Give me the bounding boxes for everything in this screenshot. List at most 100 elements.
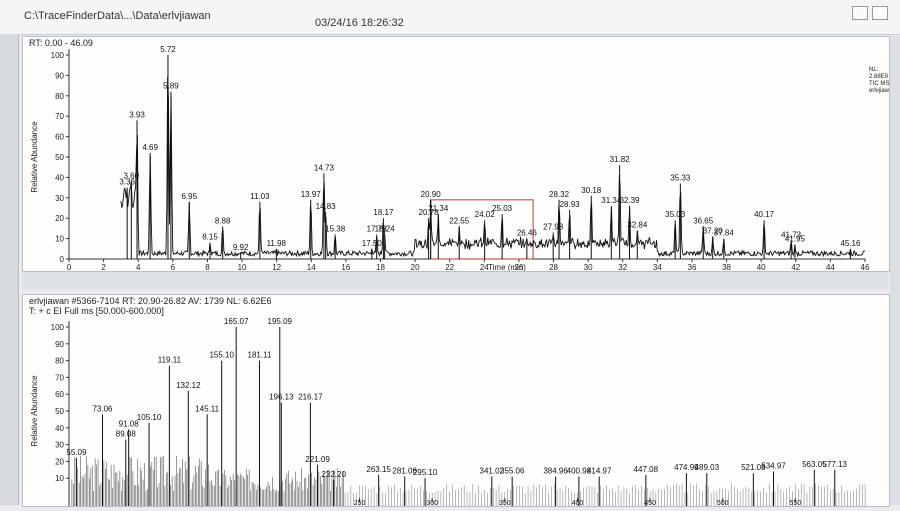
- chrom-peak-label: 15.38: [325, 225, 346, 234]
- chrom-x-axis-title: Time (min): [488, 263, 526, 271]
- spec-peak-label: 577.13: [823, 460, 848, 469]
- spec-y-tick-label: 20: [55, 457, 64, 466]
- pane-splitter[interactable]: [22, 272, 888, 290]
- chrom-y-tick-label: 50: [55, 153, 64, 162]
- spec-peak-label: 145.11: [195, 404, 219, 413]
- chrom-side-label: NL:: [869, 67, 879, 73]
- chrom-side-label: TIC MS: [869, 81, 889, 87]
- chrom-y-tick-label: 0: [60, 255, 65, 264]
- spec-y-tick-label: 100: [51, 323, 65, 332]
- left-toolbar: [0, 34, 19, 505]
- window-titlebar: C:\TraceFinderData\...\Data\erlvjiawan 0…: [0, 0, 900, 35]
- spec-x-tick-label: 350: [499, 500, 511, 506]
- chrom-peak-label: 28.93: [560, 200, 581, 209]
- spec-peak-label: 534.97: [761, 461, 786, 470]
- spec-peak-label: 196.13: [269, 393, 294, 402]
- chrom-y-tick-label: 60: [55, 133, 64, 142]
- mass-spectrum-plot[interactable]: 10 20 30 40 50 60 70 80 90 100 Relative Abundance 5…: [23, 295, 889, 507]
- chrom-x-tick-label: 4: [136, 263, 141, 271]
- chrom-peak-label: 30.18: [581, 186, 602, 195]
- chrom-x-tick-label: 6: [171, 263, 176, 271]
- chrom-x-tick-label: 34: [653, 263, 662, 271]
- spec-peak-label: 155.10: [209, 351, 234, 360]
- spec-peak-label: 295.10: [413, 468, 438, 477]
- chrom-peak-label: 11.98: [267, 239, 287, 248]
- chrom-peak-label: 25.03: [492, 204, 513, 213]
- spec-y-axis-title: Relative Abundance: [30, 375, 39, 447]
- minimize-icon[interactable]: [852, 6, 868, 20]
- chrom-x-tick-label: 32: [618, 263, 627, 271]
- chrom-y-tick-label: 90: [55, 71, 64, 80]
- spec-y-tick-label: 50: [55, 407, 64, 416]
- spec-x-tick-label: 450: [644, 500, 656, 506]
- chrom-x-tick-label: 36: [688, 263, 697, 271]
- chrom-x-tick-label: 42: [791, 263, 800, 271]
- chrom-peak-label: 6.95: [181, 192, 197, 201]
- chrom-y-tick-label: 40: [55, 173, 64, 182]
- file-path: C:\TraceFinderData\...\Data\erlvjiawan: [24, 10, 211, 22]
- chrom-x-tick-label: 30: [584, 263, 593, 271]
- tic-trace: [120, 76, 866, 258]
- chromatogram-panel[interactable]: RT: 0.00 - 46.09 NL: 2.88E9 TIC MS erlvjiaw…: [22, 36, 896, 272]
- chrom-x-tick-label: 16: [341, 263, 350, 271]
- spectrum-panel[interactable]: erlvjiawan #5366-7104 RT: 20.90-26.82 AV…: [22, 294, 890, 507]
- chrom-peak-label: 35.03: [665, 210, 686, 219]
- chrom-peak-label: 21.34: [428, 204, 449, 213]
- spec-peak-label: 355.06: [500, 467, 525, 476]
- chrom-peak-label: 5.72: [160, 45, 176, 54]
- chrom-peak-label: 17.50: [362, 239, 383, 248]
- chrom-x-tick-label: 28: [549, 263, 558, 271]
- spec-peak-label: 181.11: [248, 351, 272, 360]
- spec-peak-label: 384.96: [543, 467, 568, 476]
- chrom-y-tick-label: 10: [55, 235, 64, 244]
- chrom-peak-label: 13.97: [301, 190, 322, 199]
- spec-x-tick-label: 250: [354, 500, 366, 506]
- close-icon[interactable]: [872, 6, 888, 20]
- spec-peak-label: 216.17: [298, 393, 323, 402]
- spec-x-tick-label: 500: [717, 500, 729, 506]
- spec-peak-label: 221.09: [305, 455, 330, 464]
- chrom-x-tick-label: 12: [272, 263, 281, 271]
- rt-range-label: RT: 0.00 - 46.09: [29, 38, 93, 48]
- chrom-y-tick-label: 100: [51, 51, 65, 60]
- chrom-side-label: erlvjiawan: [869, 88, 889, 94]
- spec-peak-label: 195.09: [268, 317, 293, 326]
- chrom-x-tick-label: 20: [411, 263, 420, 271]
- spec-y-tick-label: 80: [55, 357, 64, 366]
- chrom-peak-label: 22.55: [449, 216, 470, 225]
- chrom-peak-label: 11.03: [250, 192, 270, 201]
- chrom-x-tick-label: 22: [445, 263, 454, 271]
- chrom-x-tick-label: 18: [376, 263, 385, 271]
- chrom-peak-label: 3.93: [129, 110, 145, 119]
- chrom-peak-label: 9.92: [233, 243, 249, 252]
- spec-peak-label: 165.07: [224, 317, 249, 326]
- chrom-peak-label: 28.32: [549, 190, 570, 199]
- chrom-x-tick-label: 10: [238, 263, 247, 271]
- chrom-side-label: 2.88E9: [869, 74, 889, 80]
- spec-peak-label: 132.12: [176, 381, 201, 390]
- spec-peak-label: 55.09: [66, 448, 87, 457]
- vertical-scrollbar[interactable]: [890, 36, 900, 505]
- spec-peak-label: 89.08: [116, 430, 137, 439]
- spec-peak-label: 232.20: [321, 470, 346, 479]
- chrom-y-axis-title: Relative Abundance: [30, 121, 39, 193]
- spec-y-tick-label: 60: [55, 390, 64, 399]
- chrom-peak-label: 5.89: [163, 82, 179, 91]
- chrom-peak-label: 26.46: [517, 229, 538, 238]
- chrom-peak-label: 32.39: [619, 196, 640, 205]
- chrom-y-tick-label: 80: [55, 92, 64, 101]
- spec-y-tick-label: 40: [55, 424, 64, 433]
- spec-peak-label: 489.03: [695, 463, 720, 472]
- spec-y-tick-label: 90: [55, 340, 64, 349]
- spec-peak-label: 447.08: [634, 465, 659, 474]
- chrom-y-tick-label: 70: [55, 112, 64, 121]
- chrom-peak-label: 36.65: [693, 216, 714, 225]
- chrom-x-tick-label: 8: [205, 263, 210, 271]
- chrom-y-tick-label: 20: [55, 214, 64, 223]
- chrom-peak-label: 8.88: [215, 216, 231, 225]
- chromatogram-plot[interactable]: NL:2.88E9TIC MSerlvjiawan 0 10 20 30 40 50 60 7…: [23, 37, 896, 272]
- acquisition-timestamp: 03/24/16 18:26:32: [315, 17, 404, 29]
- chrom-peak-label: 37.84: [714, 229, 735, 238]
- scan-info-label: erlvjiawan #5366-7104 RT: 20.90-26.82 AV…: [29, 296, 272, 306]
- chrom-peak-label: 32.84: [627, 220, 648, 229]
